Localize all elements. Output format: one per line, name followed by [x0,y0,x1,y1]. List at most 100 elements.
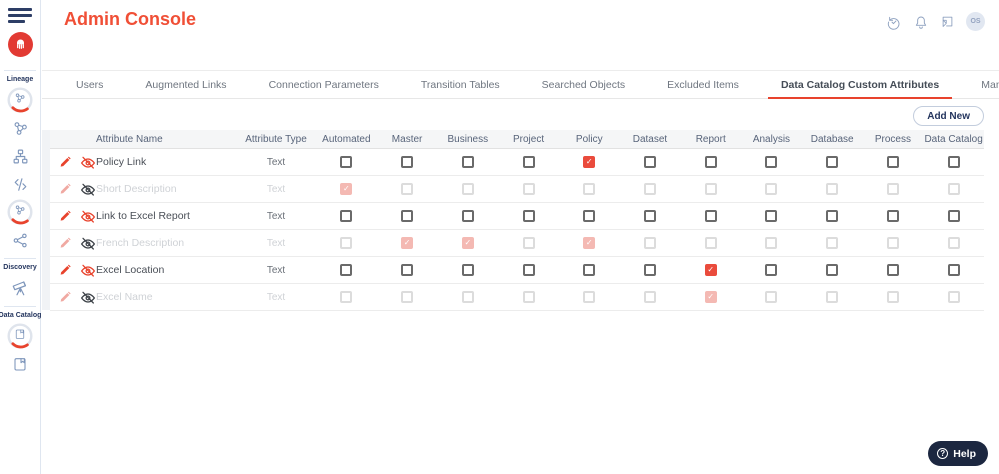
checkbox-data-catalog[interactable] [947,237,960,249]
compare-code-icon[interactable] [5,170,35,198]
checkbox-master[interactable] [401,156,414,168]
checkbox-database[interactable] [826,183,839,195]
checkbox-data-catalog[interactable] [947,183,960,195]
hide-eye-slash-icon[interactable] [80,236,96,251]
checkbox-automated[interactable] [340,210,353,222]
edit-pencil-icon[interactable] [58,290,73,305]
checkbox-dataset[interactable] [643,210,656,222]
checkbox-dataset[interactable] [643,156,656,168]
checkbox-master[interactable]: ✓ [401,237,414,249]
checkbox-report[interactable] [704,183,717,195]
checkbox-business[interactable]: ✓ [461,237,474,249]
menu-hamburger-icon[interactable] [8,8,32,23]
hierarchy-icon[interactable] [5,142,35,170]
checkbox-policy[interactable]: ✓ [583,156,596,168]
tab-data-catalog-custom-attributes[interactable]: Data Catalog Custom Attributes [760,71,960,99]
checkbox-automated[interactable] [340,291,353,303]
checkbox-dataset[interactable] [643,264,656,276]
checkbox-process[interactable] [886,210,899,222]
checkbox-policy[interactable]: ✓ [583,237,596,249]
checkbox-analysis[interactable] [765,156,778,168]
cross-system-lineage-icon[interactable] [5,226,35,254]
checkbox-analysis[interactable] [765,210,778,222]
tab-transition-tables[interactable]: Transition Tables [400,71,521,98]
checkbox-master[interactable] [401,183,414,195]
checkbox-automated[interactable] [340,237,353,249]
checkbox-project[interactable] [522,156,535,168]
hide-eye-slash-icon[interactable] [80,155,96,170]
checkbox-process[interactable] [886,291,899,303]
release-notes-icon[interactable] [939,13,956,30]
hide-eye-slash-icon[interactable] [80,263,96,278]
checkbox-database[interactable] [826,210,839,222]
checkbox-data-catalog[interactable] [947,291,960,303]
notifications-bell-icon[interactable] [912,13,929,30]
checkbox-project[interactable] [522,264,535,276]
checkbox-process[interactable] [886,237,899,249]
tab-manage-data-catalog-assets[interactable]: Manage Data Catalog Assets [960,71,999,98]
checkbox-process[interactable] [886,183,899,195]
checkbox-data-catalog[interactable] [947,156,960,168]
user-avatar[interactable]: OS [966,12,985,31]
hide-eye-slash-icon[interactable] [80,290,96,305]
checkbox-project[interactable] [522,183,535,195]
discovery-telescope-icon[interactable] [5,274,35,302]
checkbox-business[interactable] [461,156,474,168]
checkbox-project[interactable] [522,291,535,303]
checkbox-process[interactable] [886,264,899,276]
checkbox-policy[interactable] [583,264,596,276]
lineage-map-icon[interactable] [5,86,35,114]
tab-users[interactable]: Users [55,71,124,98]
checkbox-policy[interactable] [583,291,596,303]
edit-pencil-icon[interactable] [58,209,73,224]
checkbox-policy[interactable] [583,210,596,222]
checkbox-report[interactable]: ✓ [704,264,717,276]
checkbox-dataset[interactable] [643,291,656,303]
checkbox-business[interactable] [461,183,474,195]
checkbox-project[interactable] [522,237,535,249]
checkbox-database[interactable] [826,264,839,276]
catalog-assets-icon[interactable] [5,350,35,378]
checkbox-automated[interactable] [340,264,353,276]
edit-pencil-icon[interactable] [58,155,73,170]
checkbox-database[interactable] [826,291,839,303]
hide-eye-slash-icon[interactable] [80,182,96,197]
checkbox-business[interactable] [461,291,474,303]
checkbox-report[interactable] [704,156,717,168]
history-icon[interactable] [885,13,902,30]
checkbox-analysis[interactable] [765,237,778,249]
checkbox-database[interactable] [826,237,839,249]
edit-pencil-icon[interactable] [58,182,73,197]
checkbox-dataset[interactable] [643,183,656,195]
checkbox-data-catalog[interactable] [947,210,960,222]
checkbox-master[interactable] [401,264,414,276]
octopus-logo-icon[interactable] [7,32,33,57]
checkbox-data-catalog[interactable] [947,264,960,276]
tab-searched-objects[interactable]: Searched Objects [521,71,646,98]
checkbox-report[interactable]: ✓ [704,291,717,303]
checkbox-project[interactable] [522,210,535,222]
checkbox-automated[interactable] [340,156,353,168]
edit-pencil-icon[interactable] [58,236,73,251]
edit-pencil-icon[interactable] [58,263,73,278]
checkbox-policy[interactable] [583,183,596,195]
checkbox-database[interactable] [826,156,839,168]
checkbox-automated[interactable]: ✓ [340,183,353,195]
checkbox-dataset[interactable] [643,237,656,249]
checkbox-analysis[interactable] [765,291,778,303]
tab-connection-parameters[interactable]: Connection Parameters [248,71,400,98]
tab-excluded-items[interactable]: Excluded Items [646,71,760,98]
data-catalog-icon[interactable] [5,322,35,350]
augmented-lineage-icon[interactable] [5,114,35,142]
checkbox-analysis[interactable] [765,183,778,195]
add-new-button[interactable]: Add New [913,106,984,126]
tab-augmented-links[interactable]: Augmented Links [124,71,247,98]
checkbox-report[interactable] [704,237,717,249]
checkbox-process[interactable] [886,156,899,168]
checkbox-master[interactable] [401,210,414,222]
inner-lineage-icon[interactable] [5,198,35,226]
checkbox-business[interactable] [461,210,474,222]
checkbox-analysis[interactable] [765,264,778,276]
checkbox-business[interactable] [461,264,474,276]
checkbox-master[interactable] [401,291,414,303]
